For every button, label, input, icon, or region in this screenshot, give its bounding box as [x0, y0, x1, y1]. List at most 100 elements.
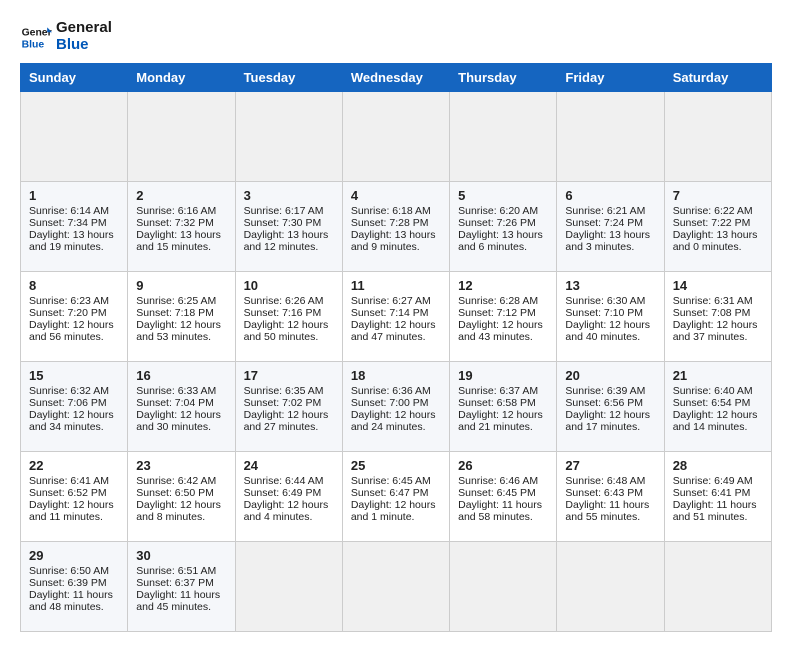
day-number: 24 — [244, 458, 334, 473]
day-info-line: Daylight: 12 hours — [29, 409, 119, 421]
calendar-cell: 24Sunrise: 6:44 AMSunset: 6:49 PMDayligh… — [235, 452, 342, 542]
day-info-line: Sunrise: 6:30 AM — [565, 295, 655, 307]
day-info-line: Sunrise: 6:31 AM — [673, 295, 763, 307]
day-info-line: and 17 minutes. — [565, 421, 655, 433]
day-info-line: Sunset: 7:10 PM — [565, 307, 655, 319]
day-info-line: and 37 minutes. — [673, 331, 763, 343]
day-info-line: Sunrise: 6:44 AM — [244, 475, 334, 487]
col-header-saturday: Saturday — [664, 64, 771, 92]
calendar-cell: 28Sunrise: 6:49 AMSunset: 6:41 PMDayligh… — [664, 452, 771, 542]
week-row-2: 1Sunrise: 6:14 AMSunset: 7:34 PMDaylight… — [21, 182, 772, 272]
day-info-line: Daylight: 12 hours — [136, 499, 226, 511]
day-number: 23 — [136, 458, 226, 473]
day-info-line: and 21 minutes. — [458, 421, 548, 433]
day-info-line: Sunset: 6:43 PM — [565, 487, 655, 499]
day-info-line: Daylight: 12 hours — [458, 409, 548, 421]
day-info-line: Sunset: 6:58 PM — [458, 397, 548, 409]
day-info-line: Sunset: 7:12 PM — [458, 307, 548, 319]
day-number: 30 — [136, 548, 226, 563]
day-info-line: Sunset: 6:50 PM — [136, 487, 226, 499]
day-info-line: and 12 minutes. — [244, 241, 334, 253]
day-info-line: Sunset: 7:02 PM — [244, 397, 334, 409]
day-info-line: Sunset: 6:49 PM — [244, 487, 334, 499]
week-row-4: 15Sunrise: 6:32 AMSunset: 7:06 PMDayligh… — [21, 362, 772, 452]
day-info-line: Daylight: 12 hours — [673, 319, 763, 331]
day-info-line: Daylight: 11 hours — [673, 499, 763, 511]
calendar-cell: 10Sunrise: 6:26 AMSunset: 7:16 PMDayligh… — [235, 272, 342, 362]
day-number: 5 — [458, 188, 548, 203]
day-info-line: Daylight: 12 hours — [565, 409, 655, 421]
day-info-line: Sunset: 7:16 PM — [244, 307, 334, 319]
day-info-line: Sunrise: 6:26 AM — [244, 295, 334, 307]
day-number: 21 — [673, 368, 763, 383]
day-number: 25 — [351, 458, 441, 473]
calendar-header-row: SundayMondayTuesdayWednesdayThursdayFrid… — [21, 64, 772, 92]
day-info-line: Sunrise: 6:16 AM — [136, 205, 226, 217]
calendar-cell: 17Sunrise: 6:35 AMSunset: 7:02 PMDayligh… — [235, 362, 342, 452]
day-info-line: Sunset: 7:28 PM — [351, 217, 441, 229]
day-info-line: Sunset: 6:45 PM — [458, 487, 548, 499]
week-row-5: 22 Sunrise: 6:41 AMSunset: 6:52 PM Dayligh… — [21, 452, 772, 542]
day-info-line: Sunrise: 6:40 AM — [673, 385, 763, 397]
day-info-line: Sunrise: 6:41 AM — [29, 475, 119, 487]
col-header-monday: Monday — [128, 64, 235, 92]
day-number: 27 — [565, 458, 655, 473]
calendar-cell: 14 Sunrise: 6:31 AMSunset: 7:08 PMDayligh… — [664, 272, 771, 362]
calendar-cell — [450, 92, 557, 182]
week-row-1 — [21, 92, 772, 182]
day-info-line: Sunset: 6:56 PM — [565, 397, 655, 409]
day-info-line: Sunrise: 6:27 AM — [351, 295, 441, 307]
calendar-cell: 7Sunrise: 6:22 AMSunset: 7:22 PMDaylight… — [664, 182, 771, 272]
day-info-line: Daylight: 13 hours — [244, 229, 334, 241]
col-header-wednesday: Wednesday — [342, 64, 449, 92]
day-number: 13 — [565, 278, 655, 293]
day-info-line: Daylight: 13 hours — [136, 229, 226, 241]
calendar-cell: 5Sunrise: 6:20 AMSunset: 7:26 PMDaylight… — [450, 182, 557, 272]
day-info-line: and 40 minutes. — [565, 331, 655, 343]
calendar-cell: 18Sunrise: 6:36 AMSunset: 7:00 PMDayligh… — [342, 362, 449, 452]
calendar-cell: 6Sunrise: 6:21 AMSunset: 7:24 PMDaylight… — [557, 182, 664, 272]
day-number: 4 — [351, 188, 441, 203]
day-info-line: Sunrise: 6:14 AM — [29, 205, 119, 217]
day-info-line: Daylight: 13 hours — [673, 229, 763, 241]
day-info-line: Daylight: 11 hours — [565, 499, 655, 511]
day-number: 19 — [458, 368, 548, 383]
day-info-line: Sunset: 7:18 PM — [136, 307, 226, 319]
day-info-line: Sunrise: 6:23 AM — [29, 295, 119, 307]
day-number: 22 — [29, 458, 119, 473]
day-info-line: and 45 minutes. — [136, 601, 226, 613]
day-number: 12 — [458, 278, 548, 293]
day-number: 1 — [29, 188, 119, 203]
calendar-cell: 15Sunrise: 6:32 AMSunset: 7:06 PMDayligh… — [21, 362, 128, 452]
day-info-line: Daylight: 12 hours — [351, 409, 441, 421]
day-info-line: Sunset: 7:08 PM — [673, 307, 763, 319]
day-info-line: Daylight: 12 hours — [244, 409, 334, 421]
week-row-6: 29Sunrise: 6:50 AMSunset: 6:39 PMDayligh… — [21, 542, 772, 632]
calendar-cell — [664, 542, 771, 632]
day-info-line: Sunrise: 6:17 AM — [244, 205, 334, 217]
day-info-line: Sunrise: 6:50 AM — [29, 565, 119, 577]
day-info-line: and 27 minutes. — [244, 421, 334, 433]
day-number: 9 — [136, 278, 226, 293]
day-info-line: Sunset: 6:37 PM — [136, 577, 226, 589]
day-info-line: Sunrise: 6:28 AM — [458, 295, 548, 307]
day-info-line: Daylight: 11 hours — [29, 589, 119, 601]
logo-general: General — [56, 20, 112, 37]
day-info-line: Sunrise: 6:35 AM — [244, 385, 334, 397]
day-info-line: and 55 minutes. — [565, 511, 655, 523]
calendar-cell — [664, 92, 771, 182]
day-number: 14 — [673, 278, 763, 293]
calendar-cell — [342, 92, 449, 182]
day-info-line: Daylight: 12 hours — [244, 319, 334, 331]
day-info-line: Sunrise: 6:20 AM — [458, 205, 548, 217]
day-info-line: and 1 minute. — [351, 511, 441, 523]
day-info-line: Sunrise: 6:33 AM — [136, 385, 226, 397]
day-info-line: Sunset: 7:32 PM — [136, 217, 226, 229]
day-info-line: Sunset: 6:52 PM — [29, 487, 119, 499]
day-info-line: Sunrise: 6:51 AM — [136, 565, 226, 577]
calendar-cell: 12Sunrise: 6:28 AMSunset: 7:12 PMDayligh… — [450, 272, 557, 362]
day-info-line: and 58 minutes. — [458, 511, 548, 523]
day-info-line: and 6 minutes. — [458, 241, 548, 253]
day-info-line: Daylight: 11 hours — [458, 499, 548, 511]
calendar-cell: 13Sunrise: 6:30 AMSunset: 7:10 PMDayligh… — [557, 272, 664, 362]
